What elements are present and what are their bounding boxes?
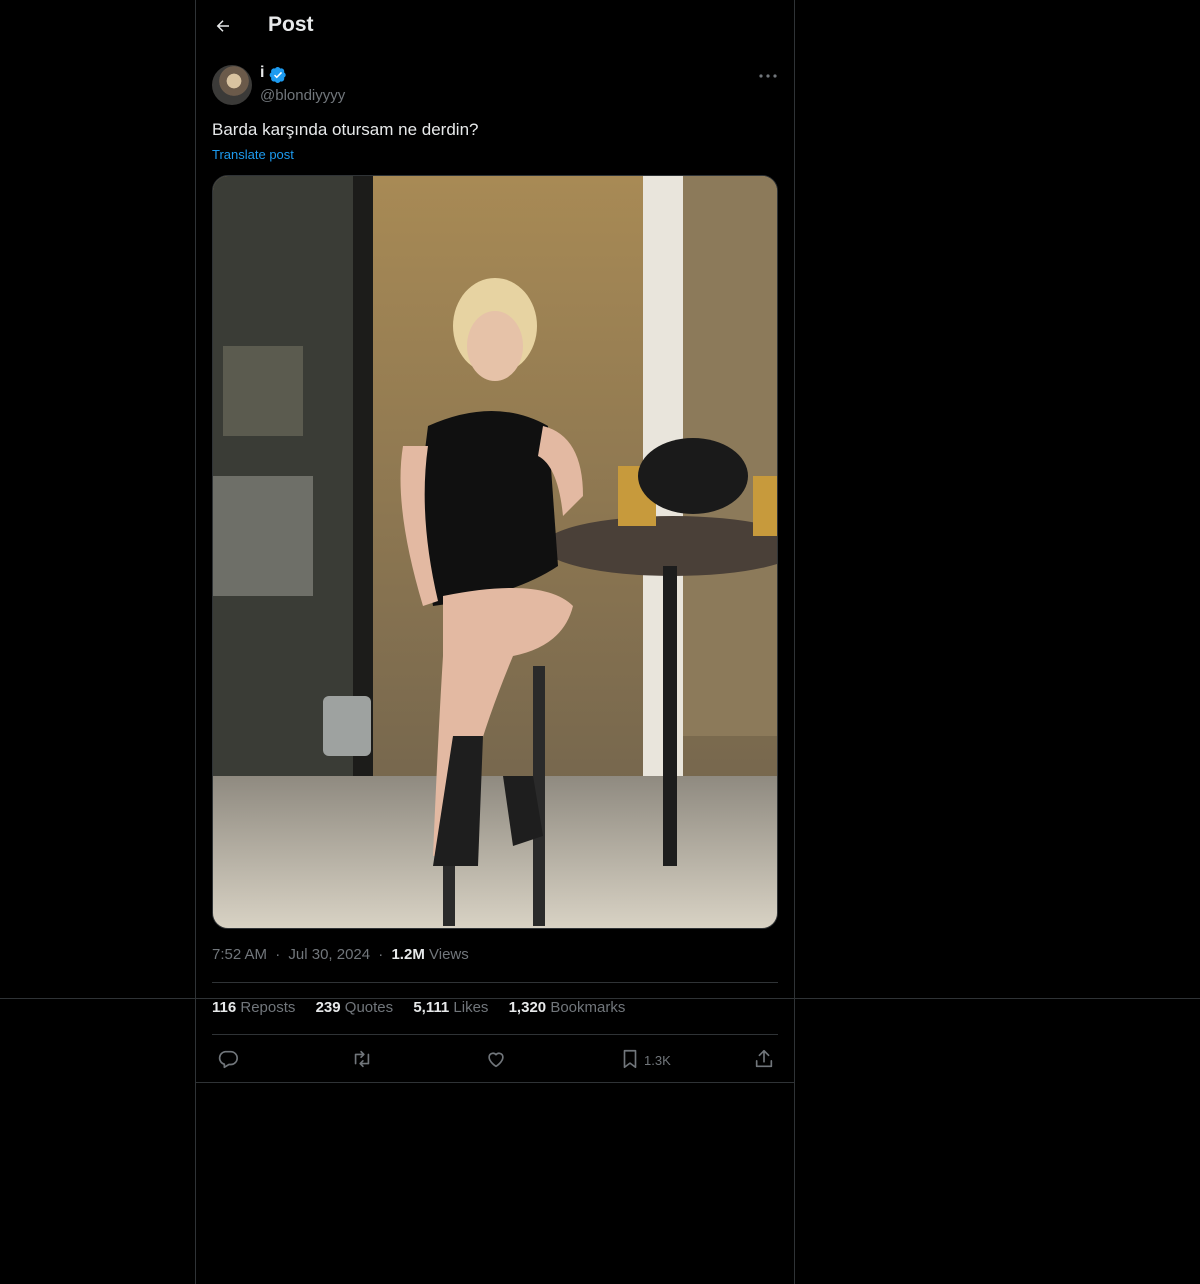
display-name[interactable]: i bbox=[260, 64, 264, 82]
divider bbox=[212, 982, 778, 983]
post-date[interactable]: Jul 30, 2024 bbox=[288, 946, 370, 963]
bookmarks-count: 1,320 bbox=[508, 999, 547, 1016]
bookmarks-stat[interactable]: 1,320 Bookmarks bbox=[509, 999, 626, 1016]
bookmark-count[interactable]: 1.3K bbox=[644, 1053, 671, 1068]
quotes-stat[interactable]: 239 Quotes bbox=[316, 999, 394, 1016]
likes-label: Likes bbox=[453, 999, 489, 1016]
user-handle[interactable]: @blondiyyyy bbox=[260, 87, 345, 104]
reposts-label: Reposts bbox=[240, 999, 296, 1016]
views-label: Views bbox=[429, 946, 469, 963]
bookmark-icon[interactable] bbox=[619, 1048, 641, 1070]
views-count: 1.2M bbox=[391, 946, 425, 963]
meta-separator: · bbox=[378, 946, 384, 963]
arrow-left-icon[interactable] bbox=[212, 14, 236, 38]
divider bbox=[212, 1034, 778, 1035]
action-bar: 1.3K bbox=[196, 1040, 794, 1080]
likes-stat[interactable]: 5,111 Likes bbox=[413, 999, 488, 1016]
post-photo[interactable] bbox=[212, 175, 778, 929]
quotes-label: Quotes bbox=[344, 999, 394, 1016]
quotes-count: 239 bbox=[315, 999, 341, 1016]
post-time[interactable]: 7:52 AM bbox=[212, 946, 267, 963]
more-options-icon[interactable] bbox=[756, 64, 780, 88]
verified-badge-icon[interactable] bbox=[269, 66, 287, 84]
like-icon[interactable] bbox=[485, 1048, 507, 1070]
translate-post-link[interactable]: Translate post bbox=[212, 147, 294, 162]
meta-separator: · bbox=[275, 946, 281, 963]
likes-count: 5,111 bbox=[413, 999, 450, 1016]
repost-icon[interactable] bbox=[351, 1048, 373, 1070]
reply-icon[interactable] bbox=[217, 1048, 239, 1070]
avatar[interactable] bbox=[212, 65, 252, 105]
share-icon[interactable] bbox=[753, 1048, 775, 1070]
post-text: Barda karşında otursam ne derdin? bbox=[212, 120, 479, 139]
post-column: Post i @blondiyyyy Barda karşında otursa… bbox=[195, 0, 795, 1284]
bookmarks-label: Bookmarks bbox=[550, 999, 626, 1016]
post-timestamp: 7:52 AM · Jul 30, 2024 · 1.2M Views bbox=[212, 946, 469, 963]
page-header: Post bbox=[196, 0, 794, 53]
page-title: Post bbox=[268, 13, 314, 36]
divider bbox=[196, 1082, 794, 1083]
engagement-stats: 116 Reposts 239 Quotes 5,111 Likes 1,320… bbox=[212, 999, 641, 1016]
reposts-stat[interactable]: 116 Reposts bbox=[212, 999, 295, 1016]
reposts-count: 116 bbox=[212, 999, 237, 1016]
